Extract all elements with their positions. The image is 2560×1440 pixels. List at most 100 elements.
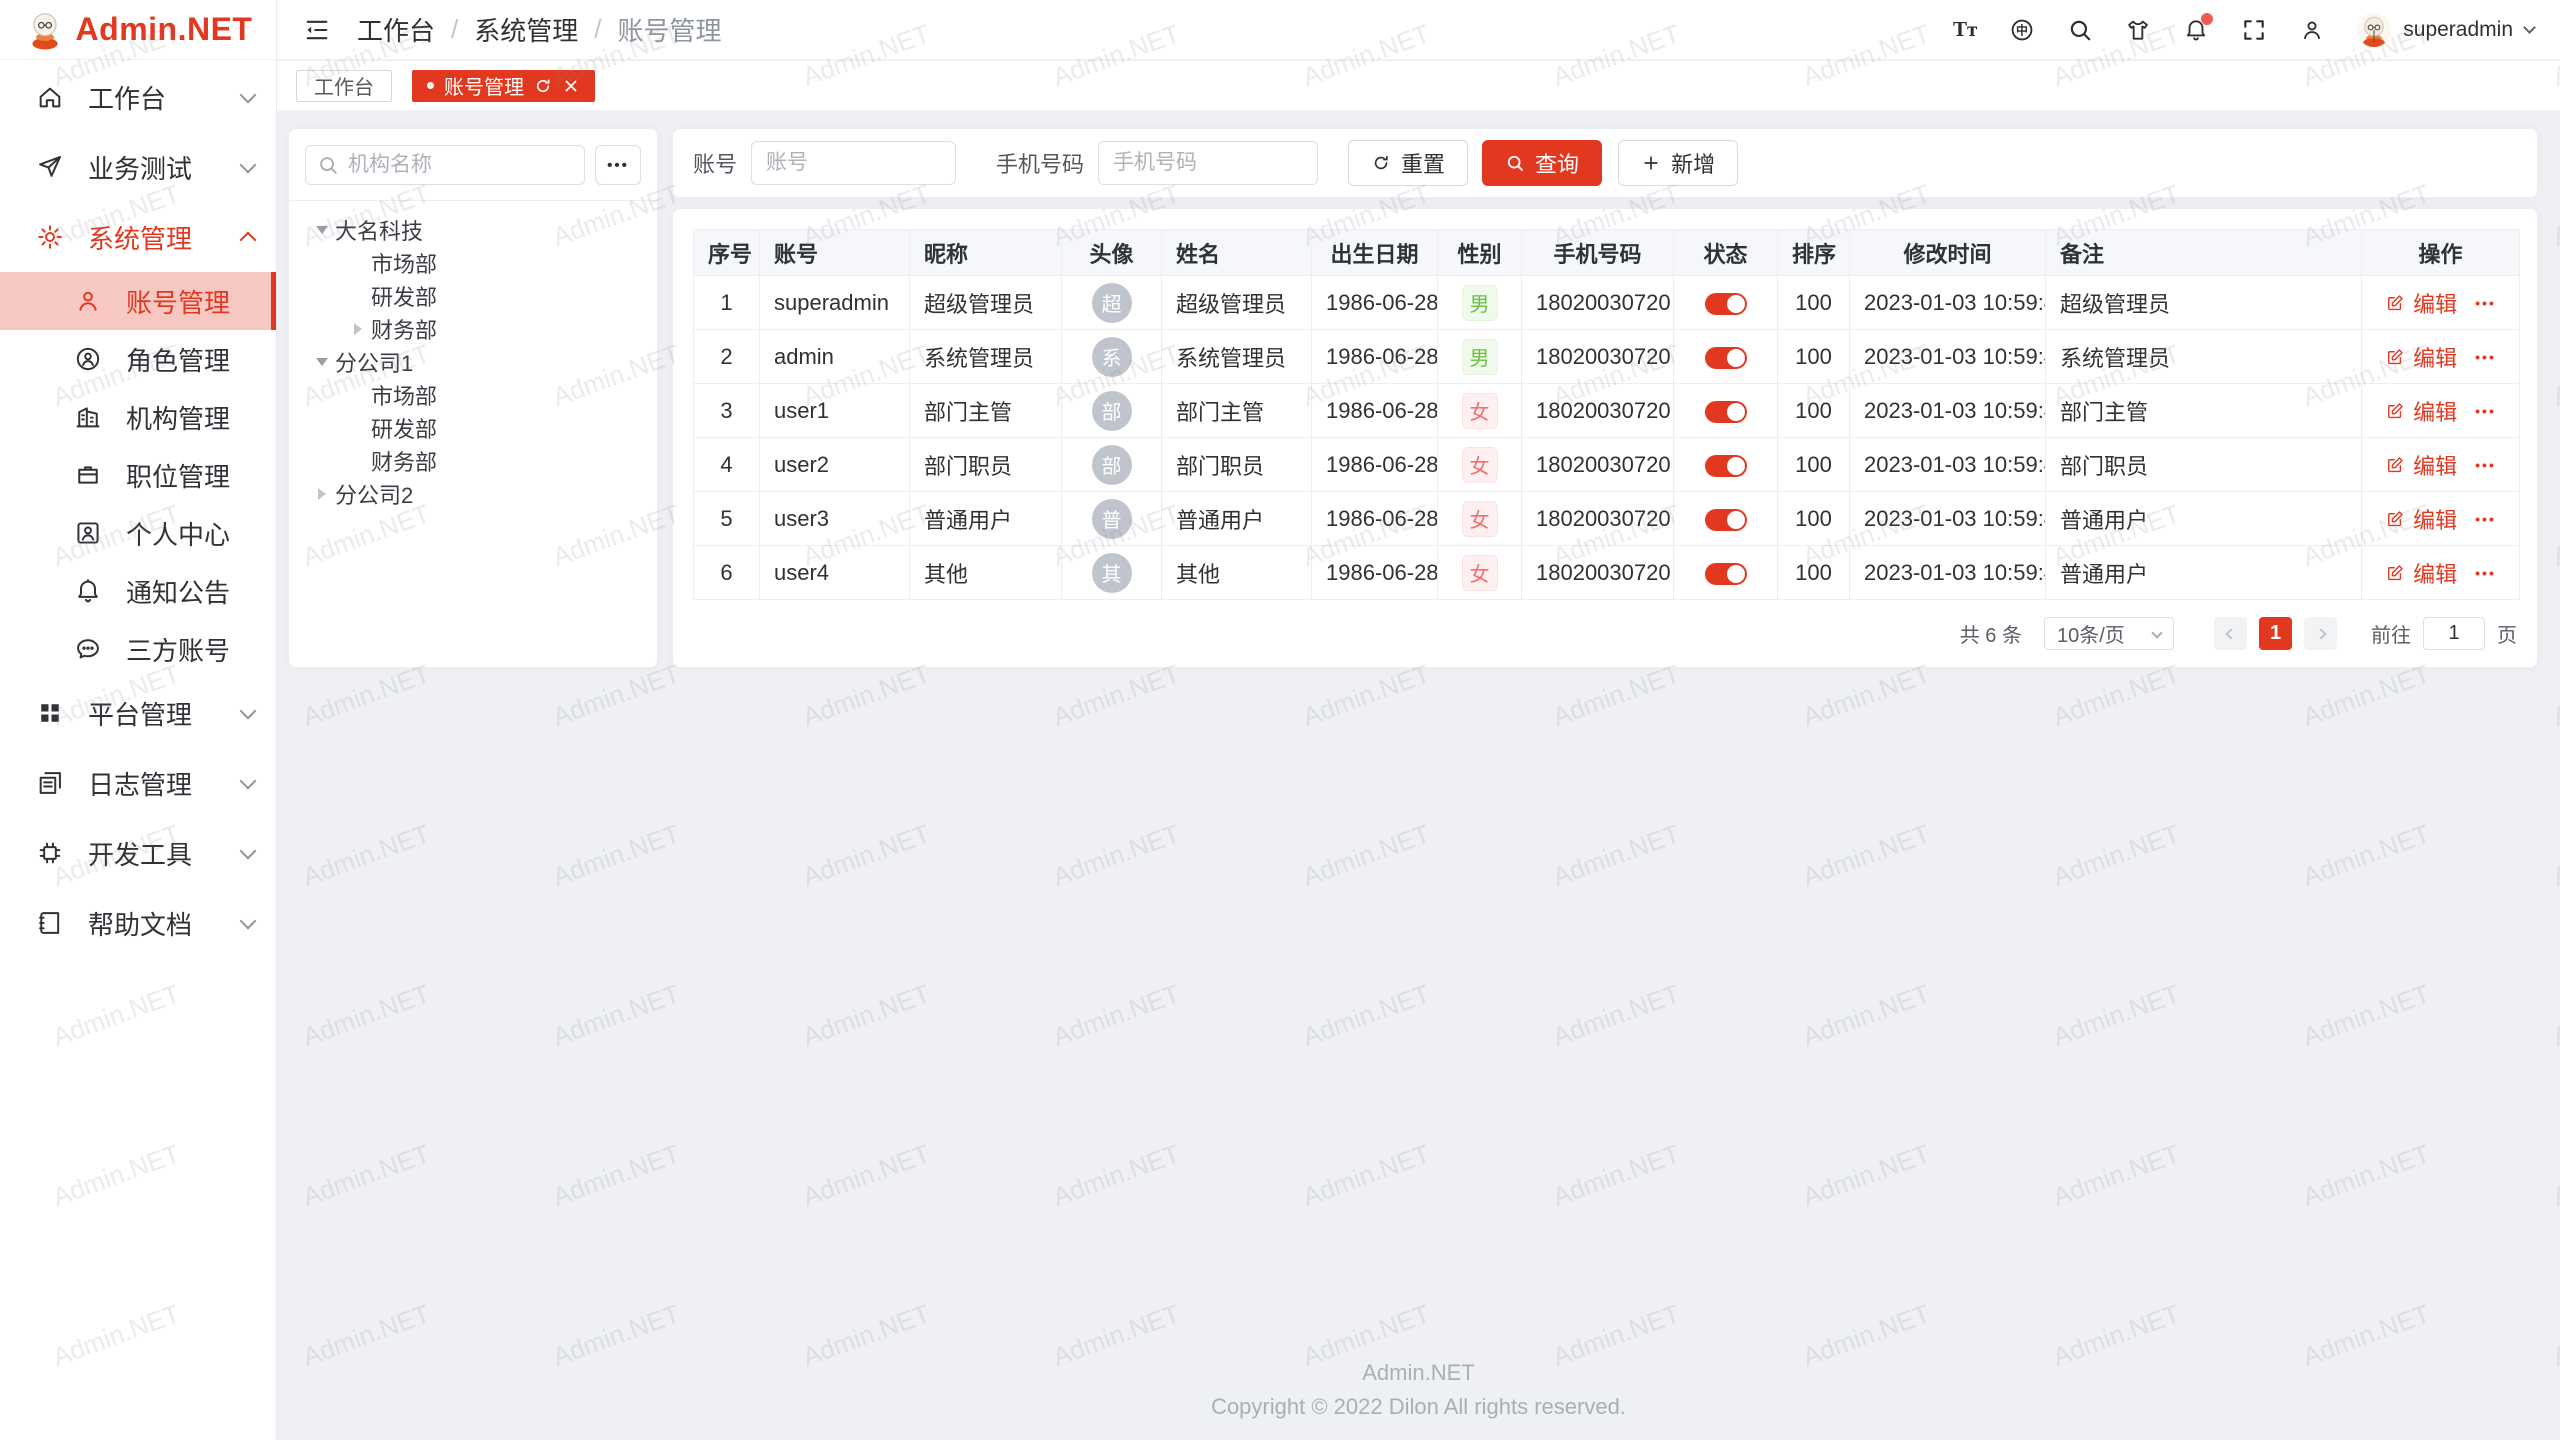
column-header: 备注 [2046, 230, 2362, 276]
query-button[interactable]: 查询 [1482, 140, 1602, 186]
watermark-text: Admin.NET [799, 818, 935, 893]
active-dot-icon [427, 82, 434, 89]
font-size-icon[interactable]: Tт [1953, 17, 1977, 43]
more-actions-button[interactable]: ••• [2475, 457, 2496, 473]
tab-account-management[interactable]: 账号管理 [412, 70, 595, 102]
tree-node[interactable]: 研发部 [305, 279, 641, 312]
actions-cell: 编辑 ••• [2362, 438, 2520, 492]
cell: 18020030720 [1522, 276, 1674, 330]
fullscreen-icon[interactable] [2241, 17, 2267, 43]
reset-button[interactable]: 重置 [1348, 140, 1468, 186]
page-size-select[interactable]: 10条/页 [2044, 617, 2174, 650]
edit-button[interactable]: 编辑 [2413, 449, 2457, 481]
watermark-text: Admin.NET [1299, 1138, 1435, 1213]
status-toggle[interactable] [1705, 347, 1747, 369]
org-search-input[interactable] [305, 145, 585, 185]
sidebar-item-send[interactable]: 业务测试 [0, 132, 276, 202]
refresh-icon[interactable] [534, 77, 552, 95]
language-icon[interactable]: 中 [2009, 17, 2035, 43]
sidebar-item-role[interactable]: 角色管理 [0, 330, 276, 388]
add-button[interactable]: 新增 [1618, 140, 1738, 186]
cell: 部门职员 [910, 438, 1062, 492]
edit-button[interactable]: 编辑 [2413, 557, 2457, 589]
more-actions-button[interactable]: ••• [2475, 349, 2496, 365]
tree-node[interactable]: 大名科技 [305, 213, 641, 246]
status-toggle[interactable] [1705, 509, 1747, 531]
tree-node-label: 财务部 [371, 445, 437, 477]
sidebar-item-user[interactable]: 账号管理 [0, 272, 276, 330]
breadcrumb-item[interactable]: 工作台 [357, 11, 435, 48]
notification-icon[interactable] [2183, 17, 2209, 43]
more-actions-button[interactable]: ••• [2475, 295, 2496, 311]
breadcrumb-item[interactable]: 系统管理 [474, 11, 578, 48]
watermark-text: Admin.NET [1049, 978, 1185, 1053]
app-logo[interactable]: Admin.NET [0, 0, 276, 60]
next-page-button[interactable] [2304, 617, 2337, 650]
tree-node[interactable]: 分公司2 [305, 477, 641, 510]
cell: 18020030720 [1522, 492, 1674, 546]
sidebar-item-gear[interactable]: 系统管理 [0, 202, 276, 272]
table-row: 4user2部门职员部部门职员1986-06-28女18020030720100… [694, 438, 2520, 492]
watermark-text: Admin.NET [1549, 818, 1685, 893]
watermark-text: Admin.NET [299, 978, 435, 1053]
tree-node-label: 市场部 [371, 379, 437, 411]
cell: 超级管理员 [2046, 276, 2362, 330]
sidebar-item-profile[interactable]: 个人中心 [0, 504, 276, 562]
sidebar-item-grid[interactable]: 平台管理 [0, 678, 276, 748]
edit-button[interactable]: 编辑 [2413, 287, 2457, 319]
account-input[interactable] [751, 141, 956, 185]
tab-workbench[interactable]: 工作台 [296, 70, 392, 102]
menu-fold-icon[interactable] [303, 16, 331, 44]
theme-icon[interactable] [2125, 17, 2151, 43]
edit-button[interactable]: 编辑 [2413, 503, 2457, 535]
caret-expanded-icon[interactable] [309, 358, 335, 366]
more-actions-button[interactable]: ••• [2475, 403, 2496, 419]
more-actions-button[interactable]: ••• [2475, 511, 2496, 527]
status-toggle[interactable] [1705, 293, 1747, 315]
top-header: 工作台 / 系统管理 / 账号管理 Tт中 superadmin [277, 0, 2560, 60]
user-menu[interactable]: superadmin [2357, 13, 2534, 47]
sidebar-item-home[interactable]: 工作台 [0, 62, 276, 132]
sidebar-item-chip[interactable]: 开发工具 [0, 818, 276, 888]
cell: 2023-01-03 10:59:44 [1850, 492, 2046, 546]
sidebar-item-log[interactable]: 日志管理 [0, 748, 276, 818]
plus-icon [1641, 153, 1661, 173]
more-actions-button[interactable]: ••• [2475, 565, 2496, 581]
tree-node[interactable]: 财务部 [305, 444, 641, 477]
tree-node[interactable]: 市场部 [305, 378, 641, 411]
cell: user3 [760, 492, 910, 546]
caret-expanded-icon[interactable] [309, 226, 335, 234]
caret-collapsed-icon[interactable] [309, 488, 335, 500]
watermark-text: Admin.NET [2549, 338, 2560, 413]
status-toggle[interactable] [1705, 455, 1747, 477]
sidebar-item-bell[interactable]: 通知公告 [0, 562, 276, 620]
caret-collapsed-icon[interactable] [345, 323, 371, 335]
status-toggle[interactable] [1705, 401, 1747, 423]
cell: 部门主管 [2046, 384, 2362, 438]
tree-node[interactable]: 市场部 [305, 246, 641, 279]
close-icon[interactable] [562, 77, 580, 95]
tree-more-button[interactable]: ••• [595, 145, 641, 185]
accounts-table-panel: 序号账号昵称头像姓名出生日期性别手机号码状态排序修改时间备注操作1superad… [672, 208, 2538, 668]
tree-node[interactable]: 财务部 [305, 312, 641, 345]
watermark-text: Admin.NET [1549, 978, 1685, 1053]
account-icon[interactable] [2299, 17, 2325, 43]
tree-node[interactable]: 研发部 [305, 411, 641, 444]
chevron-down-icon [240, 156, 257, 173]
current-page[interactable]: 1 [2259, 617, 2292, 650]
cell: user4 [760, 546, 910, 600]
search-icon[interactable] [2067, 17, 2093, 43]
goto-page-input[interactable] [2423, 617, 2485, 650]
tree-node[interactable]: 分公司1 [305, 345, 641, 378]
edit-button[interactable]: 编辑 [2413, 395, 2457, 427]
avatar-cell: 其 [1062, 546, 1162, 600]
sidebar-item-book[interactable]: 帮助文档 [0, 888, 276, 958]
sidebar-item-position[interactable]: 职位管理 [0, 446, 276, 504]
phone-input[interactable] [1098, 141, 1318, 185]
role-icon [74, 345, 102, 373]
edit-button[interactable]: 编辑 [2413, 341, 2457, 373]
prev-page-button[interactable] [2214, 617, 2247, 650]
sidebar-item-chat[interactable]: 三方账号 [0, 620, 276, 678]
status-toggle[interactable] [1705, 563, 1747, 585]
sidebar-item-org[interactable]: 机构管理 [0, 388, 276, 446]
